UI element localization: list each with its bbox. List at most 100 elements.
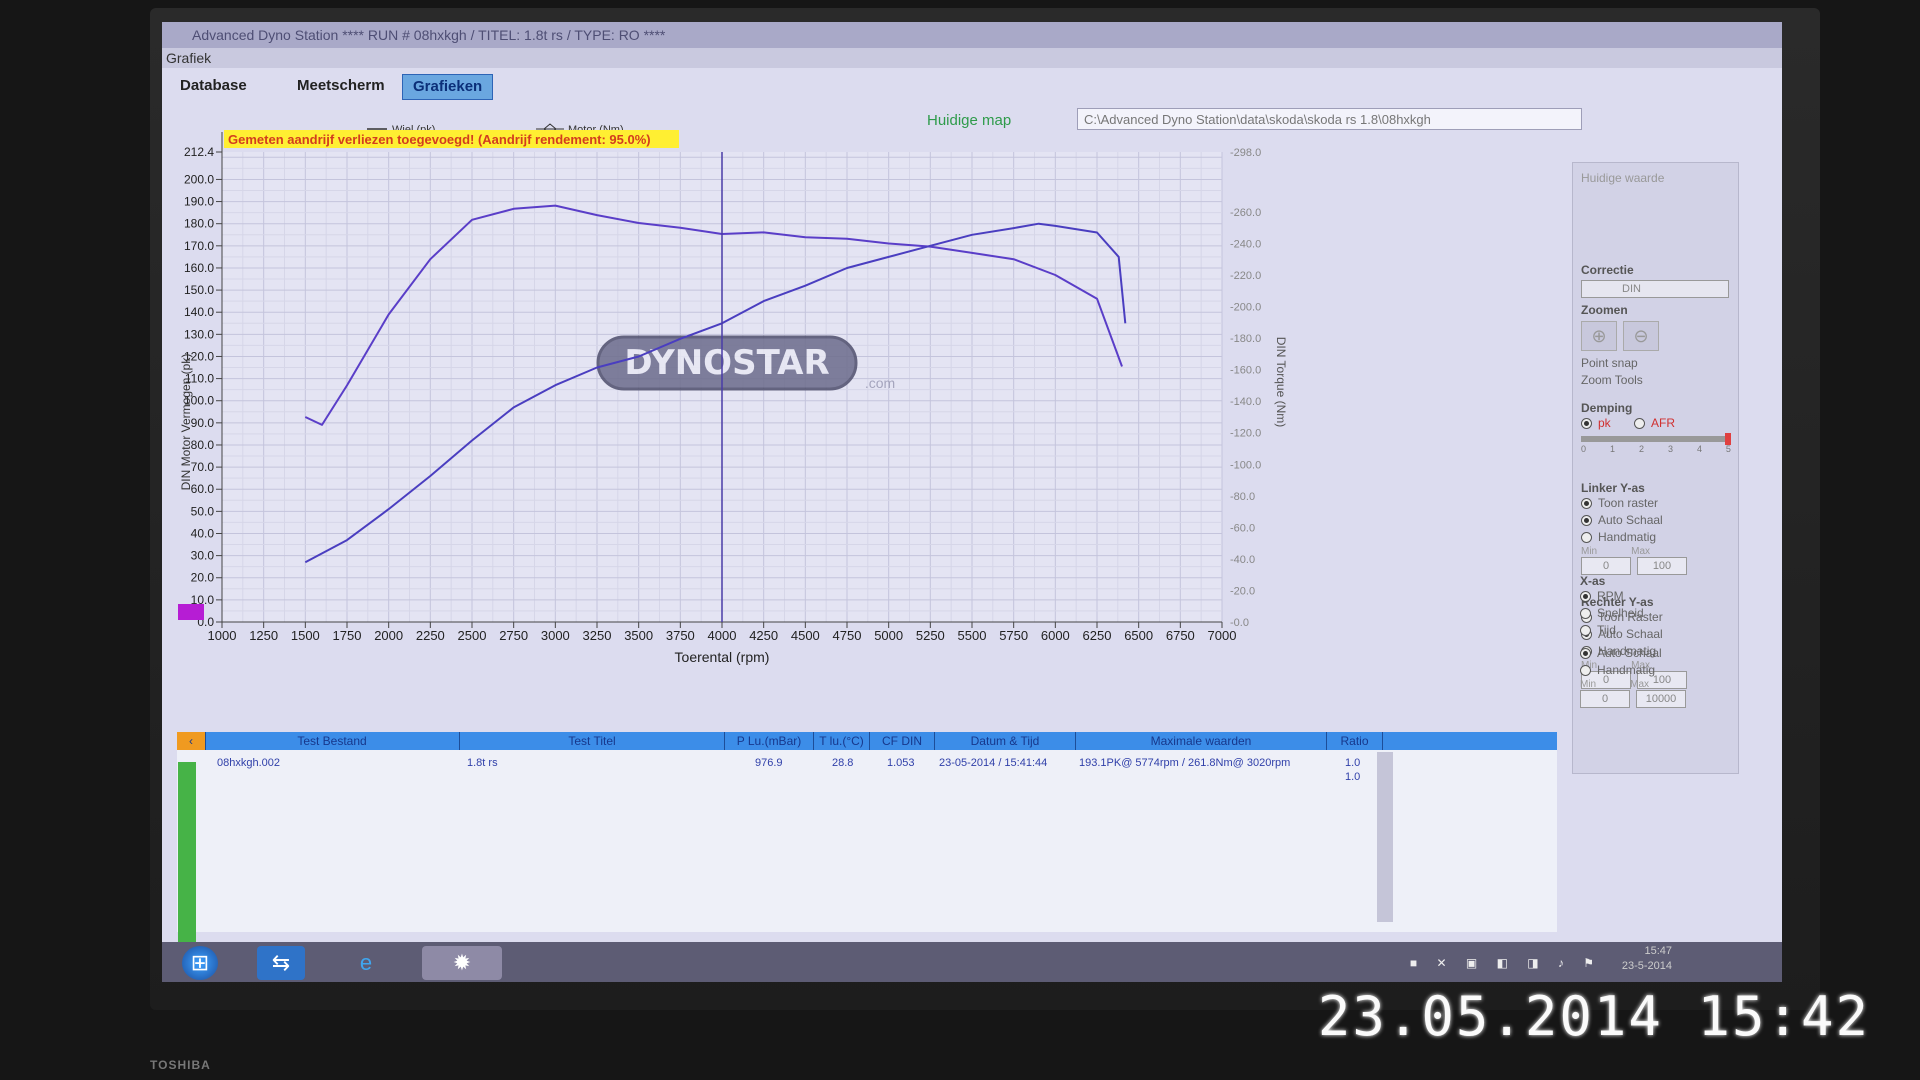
demping-scale: 012 345	[1581, 444, 1731, 454]
zoom-in-icon[interactable]: ⊕	[1581, 321, 1617, 351]
y2-tick-label: -40.0	[1230, 554, 1255, 566]
x-tick-label: 3750	[666, 628, 695, 643]
x-tick-label: 4250	[749, 628, 778, 643]
watermark-suffix: .com	[865, 375, 895, 391]
col-test-title[interactable]: Test Titel	[460, 732, 725, 750]
left-y-title: Linker Y-as	[1581, 481, 1645, 495]
cell-air-pressure: 976.9	[755, 757, 783, 769]
zoom-tools-option[interactable]: Zoom Tools	[1581, 372, 1665, 389]
row-indicator-bar	[178, 762, 196, 962]
x-axis-auto-scale[interactable]: Auto Schaal	[1580, 645, 1740, 662]
correctie-title: Correctie	[1581, 263, 1634, 277]
cell-max-values: 193.1PK@ 5774rpm / 261.8Nm@ 3020rpm	[1079, 757, 1291, 769]
x-axis-panel: X-as RPM Snelheid Tijd Auto Schaal Handm…	[1580, 574, 1740, 708]
x-tick-label: 2250	[416, 628, 445, 643]
y2-tick-label: -140.0	[1230, 396, 1261, 408]
internet-explorer-icon[interactable]: e	[342, 946, 390, 980]
y2-tick-label: -220.0	[1230, 270, 1261, 282]
correctie-select[interactable]: DIN	[1581, 280, 1729, 298]
x-tick-label: 4000	[708, 628, 737, 643]
dyno-screen: Advanced Dyno Station **** RUN # 08hxkgh…	[162, 22, 1782, 982]
y2-axis-label: DIN Torque (Nm)	[1274, 337, 1288, 427]
y2-tick-label: -240.0	[1230, 238, 1261, 250]
x-axis-max[interactable]: 10000	[1636, 690, 1686, 708]
y2-tick-label: -120.0	[1230, 428, 1261, 440]
y2-tick-label: -298.0	[1230, 147, 1261, 159]
y-tick-label: 130.0	[184, 327, 214, 341]
left-y-auto-scale[interactable]: Auto Schaal	[1581, 512, 1693, 529]
table-header: ‹ Test Bestand Test Titel P Lu.(mBar) T …	[177, 732, 1557, 750]
y-tick-label: 60.0	[191, 482, 215, 496]
y2-tick-label: -100.0	[1230, 459, 1261, 471]
x-tick-label: 6000	[1041, 628, 1070, 643]
y-tick-label: 40.0	[191, 526, 215, 540]
x-tick-label: 5500	[958, 628, 987, 643]
x-tick-label: 6500	[1124, 628, 1153, 643]
left-y-manual[interactable]: Handmatig	[1581, 529, 1693, 546]
dyno-chart: 212.4 200.0 190.0 180.0 170.0 160.0 150.0 140.0…	[178, 123, 1288, 665]
y2-tick-label: -80.0	[1230, 491, 1255, 503]
col-air-temp[interactable]: T lu.(°C)	[814, 732, 870, 750]
series-color-swatch[interactable]	[178, 604, 204, 620]
demping-slider[interactable]	[1581, 433, 1731, 445]
x-tick-label: 6750	[1166, 628, 1195, 643]
start-button-icon[interactable]: ⊞	[182, 946, 218, 980]
y-tick-label: 190.0	[184, 195, 214, 209]
x-tick-label: 3000	[541, 628, 570, 643]
left-y-show-grid[interactable]: Toon raster	[1581, 495, 1693, 512]
x-tick-label: 5250	[916, 628, 945, 643]
col-date-time[interactable]: Datum & Tijd	[935, 732, 1076, 750]
x-tick-label: 5000	[874, 628, 903, 643]
x-axis-rpm[interactable]: RPM	[1580, 588, 1740, 605]
cell-cf-din: 1.053	[887, 757, 915, 769]
current-value-header: Huidige waarde	[1581, 171, 1665, 185]
menu-grafiek[interactable]: Grafiek	[162, 48, 1782, 68]
zoom-out-icon[interactable]: ⊖	[1623, 321, 1659, 351]
x-tick-label: 7000	[1208, 628, 1237, 643]
system-tray-icons[interactable]: ■ ✕ ▣ ◧ ◨ ♪ ⚑	[1410, 956, 1602, 970]
demping-pk-radio[interactable]: pk	[1581, 416, 1611, 430]
x-tick-label: 1750	[333, 628, 362, 643]
cell-test-title: 1.8t rs	[467, 757, 498, 769]
y-tick-label: 30.0	[191, 549, 215, 563]
x-tick-label: 2750	[499, 628, 528, 643]
x-tick-label: 2000	[374, 628, 403, 643]
left-y-max[interactable]: 100	[1637, 557, 1687, 575]
y-tick-label: 150.0	[184, 283, 214, 297]
cell-air-temp: 28.8	[832, 757, 854, 769]
dyno-app-icon[interactable]: ✹	[422, 946, 502, 980]
x-axis-manual[interactable]: Handmatig	[1580, 662, 1740, 679]
table-scrollbar[interactable]	[1377, 752, 1393, 922]
x-axis-time[interactable]: Tijd	[1580, 622, 1740, 639]
col-max-values[interactable]: Maximale waarden	[1076, 732, 1327, 750]
y2-tick-label: -200.0	[1230, 302, 1261, 314]
teamviewer-icon[interactable]: ⇆	[257, 946, 305, 980]
y-tick-label: 200.0	[184, 172, 214, 186]
y2-tick-label: -60.0	[1230, 522, 1255, 534]
y-tick-label: 80.0	[191, 438, 215, 452]
collapse-arrow-icon[interactable]: ‹	[177, 732, 206, 750]
col-test-file[interactable]: Test Bestand	[205, 732, 460, 750]
x-axis-title: X-as	[1580, 574, 1606, 588]
point-snap-option[interactable]: Point snap	[1581, 355, 1665, 372]
y-axis-label: DIN Motor Vermogen (pk)	[179, 354, 193, 491]
col-air-pressure[interactable]: P Lu.(mBar)	[725, 732, 814, 750]
taskbar-clock[interactable]: 15:47 23-5-2014	[1622, 944, 1672, 974]
right-y-axis: -298.0 -260.0 -240.0 -220.0 -200.0 -180.0 -160…	[1230, 147, 1261, 629]
y2-tick-label: -180.0	[1230, 333, 1261, 345]
cell-test-file: 08hxkgh.002	[217, 757, 280, 769]
demping-title: Demping	[1581, 401, 1633, 415]
y-tick-label: 170.0	[184, 239, 214, 253]
x-axis-min[interactable]: 0	[1580, 690, 1630, 708]
demping-afr-radio[interactable]: AFR	[1634, 416, 1675, 430]
y-tick-label: 90.0	[191, 416, 215, 430]
col-cf-din[interactable]: CF DIN	[870, 732, 935, 750]
y2-tick-label: -160.0	[1230, 365, 1261, 377]
x-tick-label: 1250	[249, 628, 278, 643]
cell-ratio-second: 1.0	[1345, 771, 1361, 783]
x-tick-label: 1500	[291, 628, 320, 643]
col-ratio[interactable]: Ratio	[1327, 732, 1383, 750]
x-tick-label: 3500	[624, 628, 653, 643]
x-axis-speed[interactable]: Snelheid	[1580, 605, 1740, 622]
left-y-min[interactable]: 0	[1581, 557, 1631, 575]
